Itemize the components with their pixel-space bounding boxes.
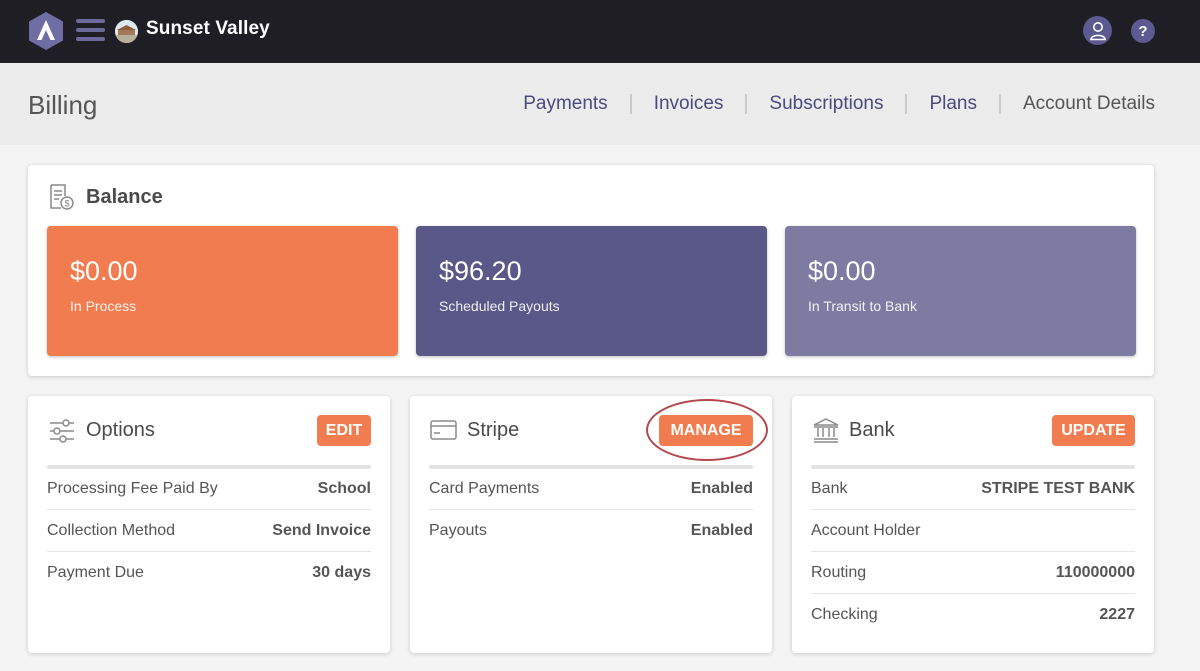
nav-separator <box>905 94 908 114</box>
balance-tile-in-transit: $0.00 In Transit to Bank <box>785 226 1136 356</box>
tile-amount: $0.00 <box>70 256 138 286</box>
help-icon[interactable]: ? <box>1131 19 1155 43</box>
bank-card: Bank UPDATE Bank STRIPE TEST BANK Accoun… <box>792 396 1154 653</box>
tile-amount: $96.20 <box>439 256 522 286</box>
options-row: Processing Fee Paid By School <box>47 468 371 510</box>
stripe-title: Stripe <box>467 419 520 441</box>
nav-plans[interactable]: Plans <box>929 93 977 115</box>
annotation-circle <box>646 399 768 461</box>
options-card: Options EDIT Processing Fee Paid By Scho… <box>28 396 390 653</box>
stripe-row: Payouts Enabled <box>429 510 753 552</box>
tile-label: In Transit to Bank <box>808 298 917 314</box>
app-logo-icon[interactable] <box>27 11 65 51</box>
row-label: Bank <box>811 479 848 497</box>
row-value: Enabled <box>690 522 753 539</box>
tile-label: Scheduled Payouts <box>439 298 560 314</box>
row-value: School <box>317 479 371 497</box>
balance-card: $ Balance $0.00 In Process $96.20 Schedu… <box>28 165 1154 376</box>
nav-account-details[interactable]: Account Details <box>1023 93 1155 115</box>
bank-icon <box>813 418 839 443</box>
row-value: 2227 <box>1099 606 1135 623</box>
nav-separator <box>745 94 748 114</box>
top-bar: Sunset Valley ? <box>0 0 1200 63</box>
stripe-row: Card Payments Enabled <box>429 468 753 510</box>
bank-row: Checking 2227 <box>811 594 1135 636</box>
page-header: Billing Payments Invoices Subscriptions … <box>0 63 1200 145</box>
school-name[interactable]: Sunset Valley <box>146 18 270 40</box>
balance-tile-in-process: $0.00 In Process <box>47 226 398 356</box>
page-title: Billing <box>28 90 98 120</box>
tile-label: In Process <box>70 298 137 314</box>
row-label: Checking <box>811 606 878 623</box>
row-value: Enabled <box>690 479 753 497</box>
bank-row: Account Holder <box>811 510 1135 552</box>
row-label: Routing <box>811 563 867 581</box>
row-value: Send Invoice <box>272 521 371 539</box>
stripe-card: Stripe MANAGE Card Payments Enabled Payo… <box>410 396 772 653</box>
row-label: Payouts <box>429 522 487 539</box>
balance-tile-scheduled-payouts: $96.20 Scheduled Payouts <box>416 226 767 356</box>
row-value: 30 days <box>312 564 371 581</box>
nav-payments[interactable]: Payments <box>523 93 607 115</box>
balance-title: Balance <box>86 186 163 208</box>
row-label: Processing Fee Paid By <box>47 479 218 497</box>
billing-nav: Payments Invoices Subscriptions Plans Ac… <box>523 93 1155 115</box>
options-row: Collection Method Send Invoice <box>47 510 371 552</box>
options-title: Options <box>86 419 155 441</box>
hamburger-menu-icon[interactable] <box>76 19 105 43</box>
bank-row: Bank STRIPE TEST BANK <box>811 468 1135 510</box>
options-row: Payment Due 30 days <box>47 552 371 594</box>
sliders-icon <box>50 419 74 443</box>
credit-card-icon <box>430 420 457 440</box>
bank-title: Bank <box>849 419 895 441</box>
edit-button[interactable]: EDIT <box>317 415 371 446</box>
nav-subscriptions[interactable]: Subscriptions <box>769 93 883 115</box>
school-avatar <box>115 20 138 43</box>
svg-text:$: $ <box>64 199 69 209</box>
row-value: STRIPE TEST BANK <box>981 479 1135 497</box>
bank-row: Routing 110000000 <box>811 552 1135 594</box>
nav-invoices[interactable]: Invoices <box>654 93 724 115</box>
nav-separator <box>629 94 632 114</box>
row-value: 110000000 <box>1055 563 1135 581</box>
tile-amount: $0.00 <box>808 256 876 286</box>
nav-separator <box>998 94 1001 114</box>
row-label: Collection Method <box>47 521 176 539</box>
user-icon[interactable] <box>1083 16 1112 45</box>
row-label: Account Holder <box>811 521 921 539</box>
row-label: Card Payments <box>429 479 540 497</box>
receipt-dollar-icon: $ <box>50 184 74 210</box>
update-button[interactable]: UPDATE <box>1052 415 1135 446</box>
row-label: Payment Due <box>47 564 144 581</box>
